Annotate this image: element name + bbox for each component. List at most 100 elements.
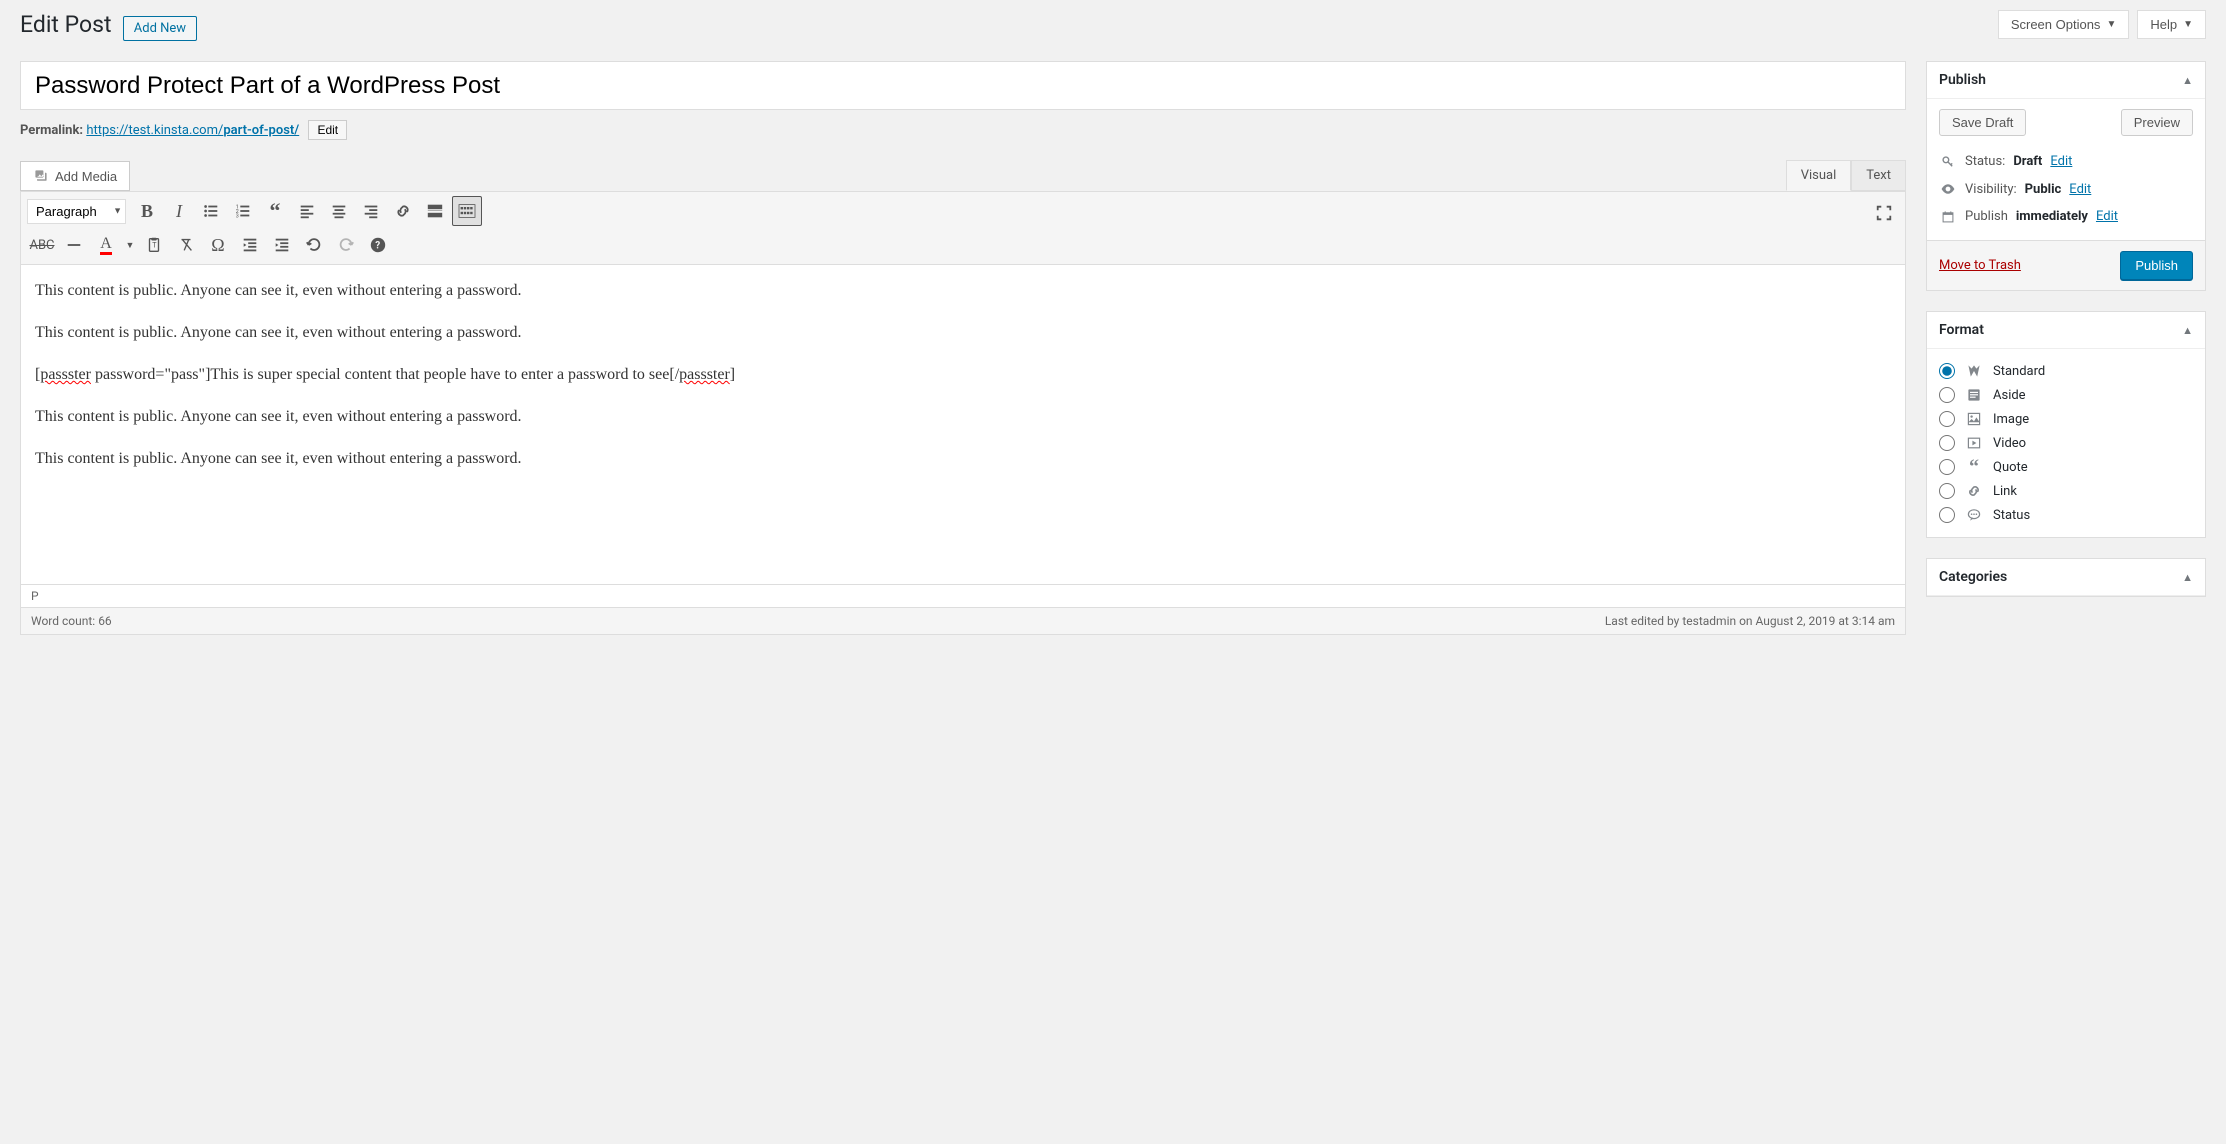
permalink-label: Permalink: (20, 123, 83, 138)
help-icon[interactable]: ? (363, 230, 393, 260)
visibility-value: Public (2025, 182, 2062, 197)
categories-box-header[interactable]: Categories ▲ (1927, 559, 2205, 596)
format-radio-status[interactable] (1939, 507, 1955, 523)
publish-button[interactable]: Publish (2120, 251, 2193, 280)
format-option-quote[interactable]: “Quote (1939, 455, 2193, 479)
format-option-image[interactable]: Image (1939, 407, 2193, 431)
align-center-icon[interactable] (324, 196, 354, 226)
format-radio-standard[interactable] (1939, 363, 1955, 379)
calendar-icon (1939, 210, 1957, 224)
media-icon (33, 168, 49, 184)
publish-box-title: Publish (1939, 72, 1986, 88)
publish-date-edit-link[interactable]: Edit (2096, 209, 2118, 224)
numbered-list-icon[interactable]: 123 (228, 196, 258, 226)
visibility-edit-link[interactable]: Edit (2069, 182, 2091, 197)
align-left-icon[interactable] (292, 196, 322, 226)
categories-box-title: Categories (1939, 569, 2007, 585)
chevron-down-icon: ▼ (2183, 19, 2193, 30)
tab-visual[interactable]: Visual (1786, 160, 1852, 191)
format-option-standard[interactable]: Standard (1939, 359, 2193, 383)
bold-icon[interactable]: B (132, 196, 162, 226)
tab-text[interactable]: Text (1851, 160, 1906, 191)
status-edit-link[interactable]: Edit (2050, 154, 2072, 169)
chevron-up-icon: ▲ (2182, 571, 2193, 584)
add-new-button[interactable]: Add New (123, 16, 197, 41)
link-icon (1965, 483, 1983, 499)
special-char-icon[interactable]: Ω (203, 230, 233, 260)
align-right-icon[interactable] (356, 196, 386, 226)
format-box-title: Format (1939, 322, 1984, 338)
format-radio-quote[interactable] (1939, 459, 1955, 475)
help-button[interactable]: Help ▼ (2137, 10, 2206, 39)
toolbar-toggle-icon[interactable] (452, 196, 482, 226)
preview-button[interactable]: Preview (2121, 109, 2193, 136)
screen-options-label: Screen Options (2011, 17, 2101, 32)
page-title: Edit Post (20, 10, 112, 40)
editor-path: P (21, 585, 1905, 608)
format-label: Link (1993, 484, 2017, 499)
status-icon (1965, 507, 1983, 523)
format-option-link[interactable]: Link (1939, 479, 2193, 503)
format-option-status[interactable]: Status (1939, 503, 2193, 527)
blockquote-icon[interactable]: “ (260, 196, 290, 226)
paste-text-icon[interactable]: T (139, 230, 169, 260)
fullscreen-icon[interactable] (1869, 198, 1899, 228)
editor-content[interactable]: This content is public. Anyone can see i… (21, 265, 1905, 585)
format-radio-video[interactable] (1939, 435, 1955, 451)
outdent-icon[interactable] (235, 230, 265, 260)
undo-icon[interactable] (299, 230, 329, 260)
save-draft-button[interactable]: Save Draft (1939, 109, 2026, 136)
help-label: Help (2150, 17, 2177, 32)
redo-icon[interactable] (331, 230, 361, 260)
text-color-icon[interactable]: A (91, 230, 121, 260)
read-more-icon[interactable] (420, 196, 450, 226)
italic-icon[interactable]: I (164, 196, 194, 226)
format-box: Format ▲ Standard Aside Image Video “Quote Li… (1926, 311, 2206, 538)
format-radio-link[interactable] (1939, 483, 1955, 499)
key-icon (1939, 155, 1957, 169)
format-radio-image[interactable] (1939, 411, 1955, 427)
standard-icon (1965, 363, 1983, 379)
svg-text:T: T (152, 241, 157, 250)
publish-date-value: immediately (2016, 209, 2088, 224)
format-option-aside[interactable]: Aside (1939, 383, 2193, 407)
indent-icon[interactable] (267, 230, 297, 260)
format-label: Image (1993, 412, 2029, 427)
clear-formatting-icon[interactable] (171, 230, 201, 260)
paragraph-select[interactable]: Paragraph (27, 199, 126, 224)
strikethrough-icon[interactable]: ABC (27, 230, 57, 260)
post-title-input[interactable] (20, 61, 1906, 110)
format-option-video[interactable]: Video (1939, 431, 2193, 455)
link-icon[interactable] (388, 196, 418, 226)
status-label: Status: (1965, 154, 2005, 169)
publish-box: Publish ▲ Save Draft Preview Status: Dra… (1926, 61, 2206, 291)
content-paragraph: This content is public. Anyone can see i… (35, 279, 1891, 303)
horizontal-rule-icon[interactable] (59, 230, 89, 260)
publish-box-header[interactable]: Publish ▲ (1927, 62, 2205, 99)
format-box-header[interactable]: Format ▲ (1927, 312, 2205, 349)
chevron-up-icon: ▲ (2182, 74, 2193, 87)
format-label: Standard (1993, 364, 2045, 379)
aside-icon (1965, 387, 1983, 403)
status-value: Draft (2013, 154, 2042, 169)
format-label: Video (1993, 436, 2026, 451)
format-label: Aside (1993, 388, 2026, 403)
format-label: Status (1993, 508, 2030, 523)
content-paragraph: This content is public. Anyone can see i… (35, 405, 1891, 429)
text-color-dropdown-icon[interactable]: ▼ (123, 230, 137, 260)
screen-options-button[interactable]: Screen Options ▼ (1998, 10, 2130, 39)
svg-text:3: 3 (236, 213, 239, 219)
permalink-edit-button[interactable]: Edit (308, 120, 347, 140)
word-count: Word count: 66 (31, 614, 112, 628)
bullet-list-icon[interactable] (196, 196, 226, 226)
chevron-up-icon: ▲ (2182, 324, 2193, 337)
format-radio-aside[interactable] (1939, 387, 1955, 403)
content-paragraph: This content is public. Anyone can see i… (35, 447, 1891, 471)
video-icon (1965, 435, 1983, 451)
move-to-trash-link[interactable]: Move to Trash (1939, 258, 2021, 273)
permalink-link[interactable]: https://test.kinsta.com/part-of-post/ (86, 123, 299, 138)
categories-box: Categories ▲ (1926, 558, 2206, 597)
add-media-button[interactable]: Add Media (20, 161, 130, 191)
content-paragraph: This content is public. Anyone can see i… (35, 321, 1891, 345)
image-icon (1965, 411, 1983, 427)
